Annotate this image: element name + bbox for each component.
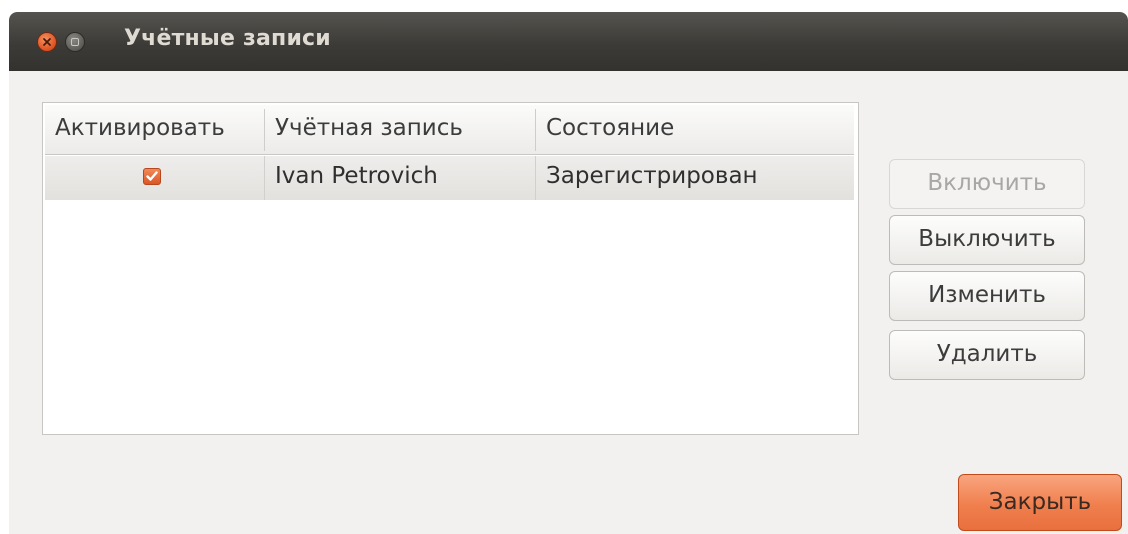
titlebar: Учётные записи [9,12,1128,71]
close-button[interactable]: Закрыть [958,474,1122,531]
account-cell: Ivan Petrovich [275,163,438,189]
disable-button[interactable]: Выключить [889,215,1085,265]
edit-button[interactable]: Изменить [889,271,1085,321]
window-close-button[interactable] [37,32,57,52]
column-header-status[interactable]: Состояние [536,105,854,155]
accounts-list[interactable]: Активировать Учётная запись Состояние Iv… [42,102,859,435]
window-title: Учётные записи [124,26,331,51]
column-header-activate[interactable]: Активировать [45,105,264,155]
close-icon [43,38,51,46]
column-header-account[interactable]: Учётная запись [265,105,535,155]
status-cell: Зарегистрирован [546,163,758,189]
window-maximize-button[interactable] [65,32,85,52]
activate-checkbox[interactable] [143,168,161,185]
checkbox-checked-icon [146,171,158,181]
maximize-icon [71,38,79,46]
activate-cell [45,156,264,200]
enable-button[interactable]: Включить [889,159,1085,209]
table-header: Активировать Учётная запись Состояние [45,105,854,155]
delete-button[interactable]: Удалить [889,330,1085,380]
accounts-window: Учётные записи Активировать Учётная запи… [9,12,1128,534]
table-row[interactable]: Ivan Petrovich Зарегистрирован [45,156,854,200]
